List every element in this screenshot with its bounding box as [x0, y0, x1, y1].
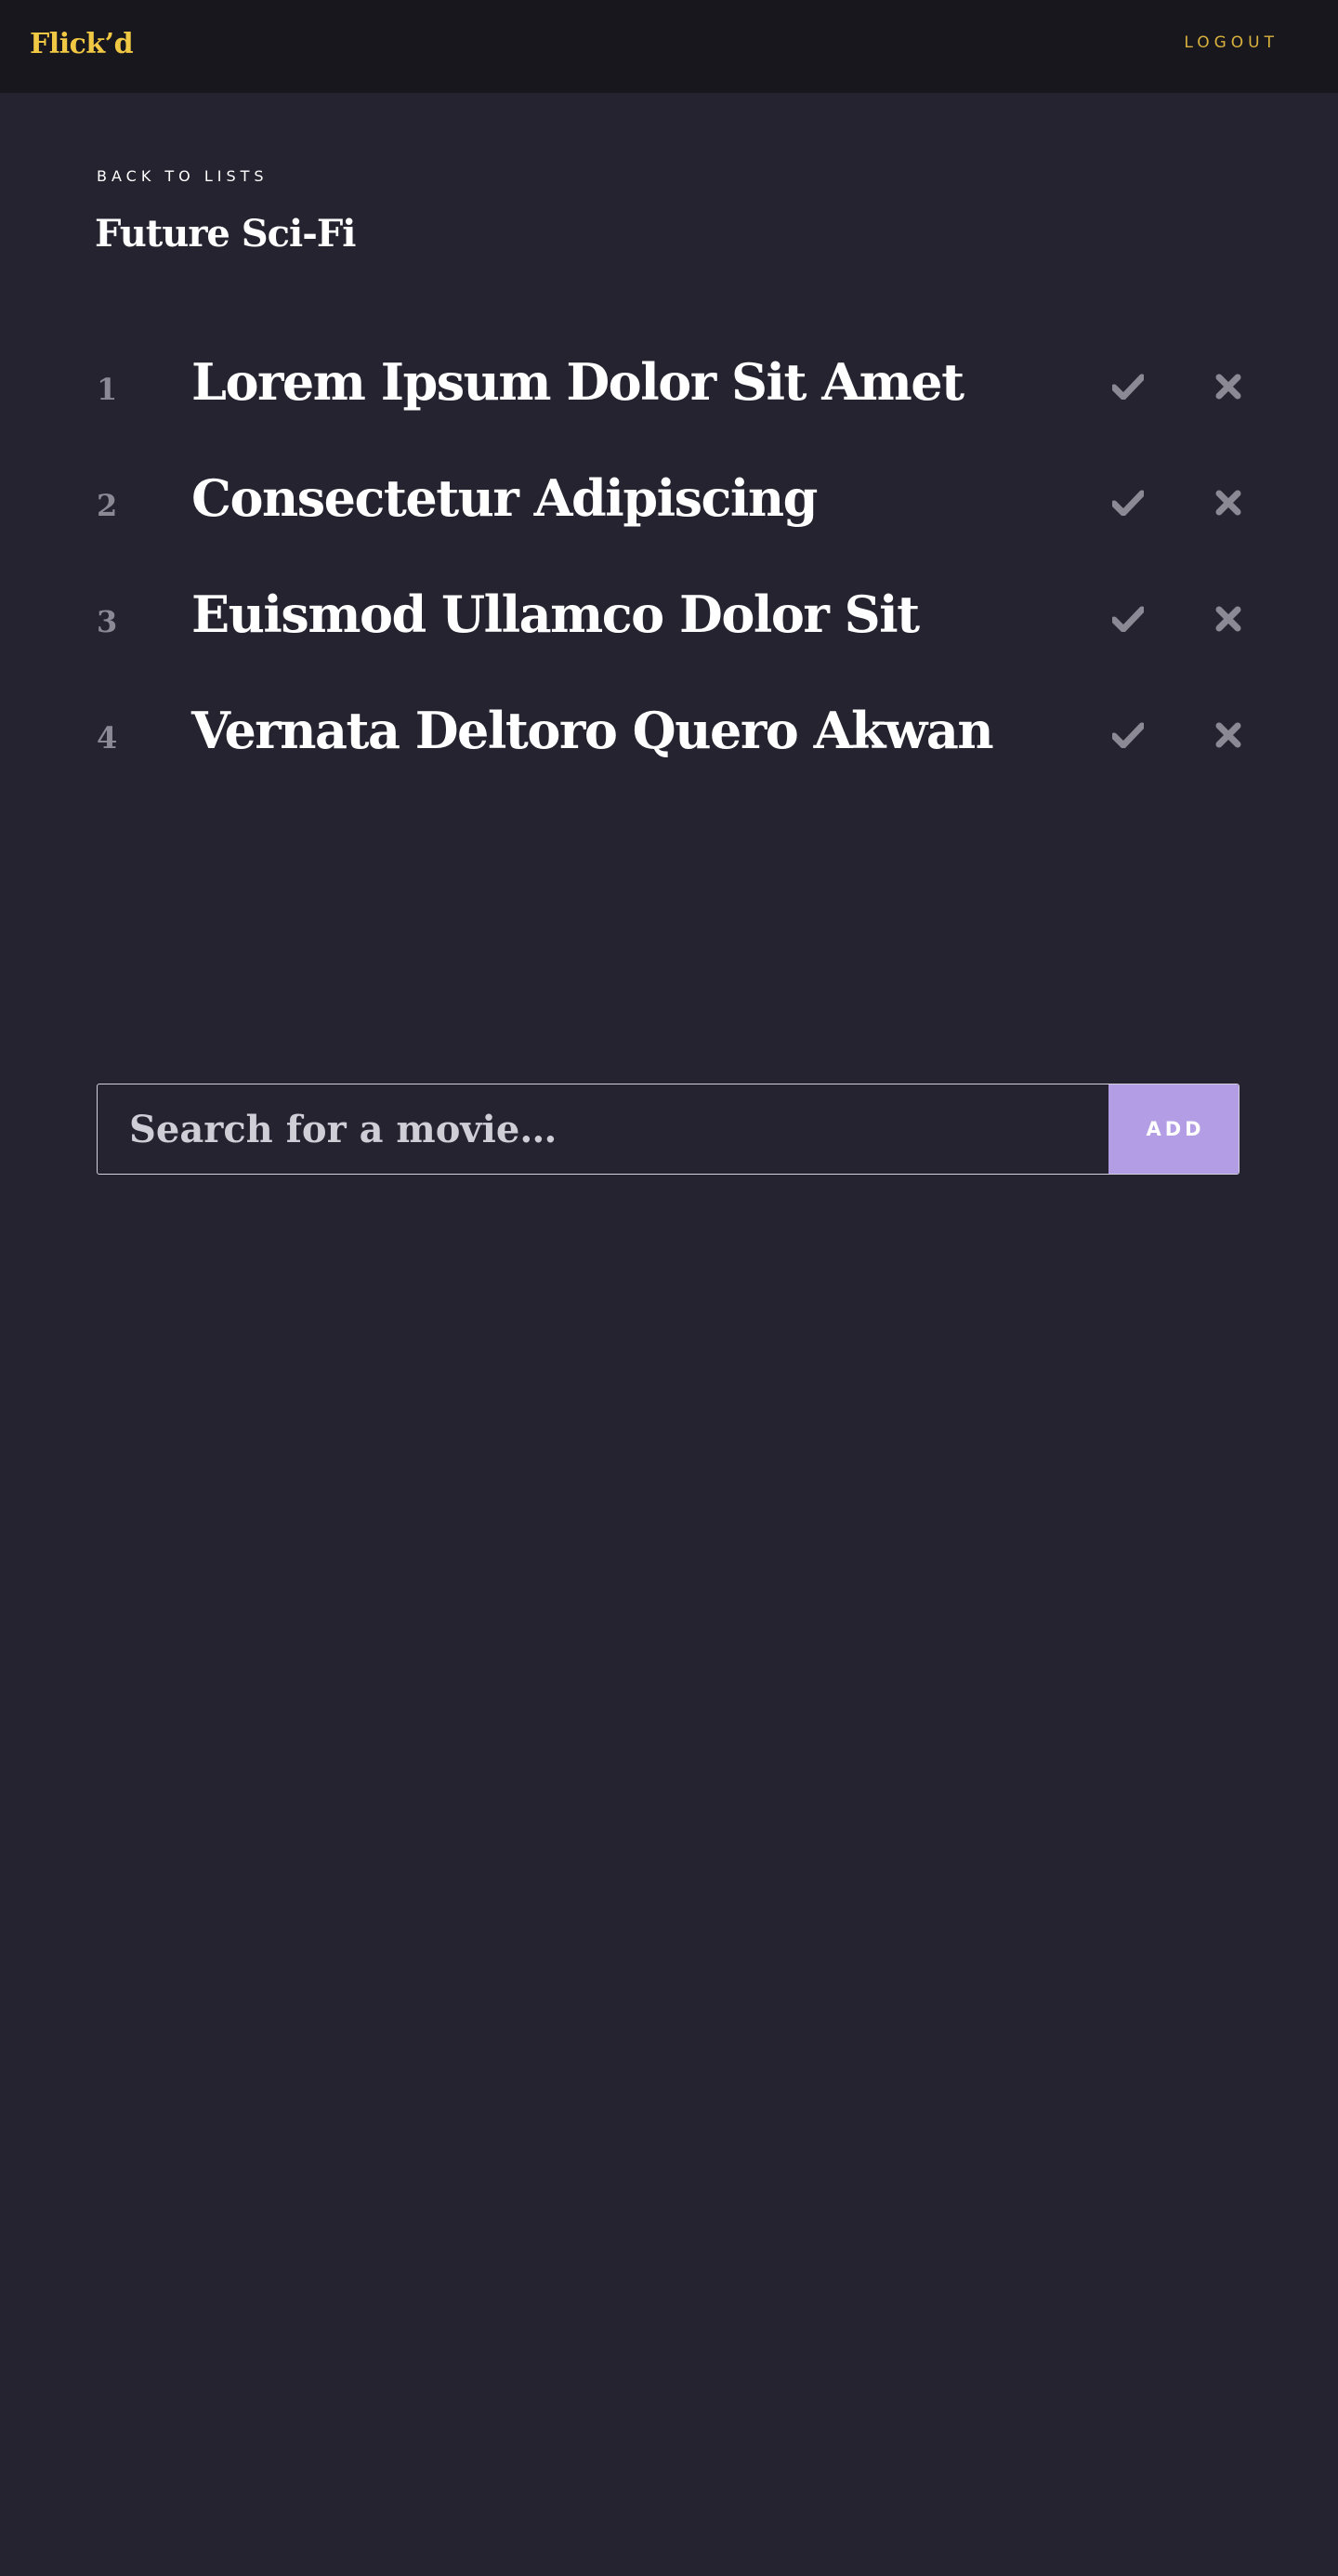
- back-to-lists-link[interactable]: BACK TO LISTS: [97, 167, 269, 185]
- top-nav-bar: Flick’d LOGOUT: [0, 0, 1338, 93]
- movie-title: Vernata Deltoro Quero Akwan: [191, 701, 994, 760]
- brand-logo[interactable]: Flick’d: [30, 24, 134, 65]
- movie-title: Lorem Ipsum Dolor Sit Amet: [191, 352, 964, 412]
- mark-watched-check-icon[interactable]: [1109, 368, 1147, 405]
- remove-close-icon[interactable]: [1210, 484, 1247, 521]
- mark-watched-check-icon[interactable]: [1109, 716, 1147, 754]
- movie-list-item: 3 Euismod Ullamco Dolor Sit: [97, 576, 1249, 692]
- movie-title: Consectetur Adipiscing: [191, 468, 818, 528]
- remove-close-icon[interactable]: [1210, 600, 1247, 637]
- remove-close-icon[interactable]: [1210, 716, 1247, 754]
- remove-close-icon[interactable]: [1210, 368, 1247, 405]
- movie-list-item: 4 Vernata Deltoro Quero Akwan: [97, 692, 1249, 808]
- movie-number: 3: [97, 604, 118, 639]
- movie-search-input[interactable]: [98, 1084, 1108, 1174]
- movie-number: 4: [97, 720, 118, 756]
- movie-list-item: 1 Lorem Ipsum Dolor Sit Amet: [97, 344, 1249, 460]
- logout-link[interactable]: LOGOUT: [1184, 33, 1279, 52]
- mark-watched-check-icon[interactable]: [1109, 600, 1147, 637]
- add-movie-button[interactable]: ADD: [1108, 1084, 1239, 1174]
- movie-number: 2: [97, 488, 118, 523]
- movie-title: Euismod Ullamco Dolor Sit: [191, 585, 920, 644]
- movie-number: 1: [97, 372, 118, 407]
- movie-search-form: ADD: [97, 1084, 1240, 1175]
- page-title: Future Sci-Fi: [95, 212, 356, 256]
- movie-list-item: 2 Consectetur Adipiscing: [97, 460, 1249, 576]
- mark-watched-check-icon[interactable]: [1109, 484, 1147, 521]
- movie-list: 1 Lorem Ipsum Dolor Sit Amet 2 Consectet…: [97, 344, 1249, 808]
